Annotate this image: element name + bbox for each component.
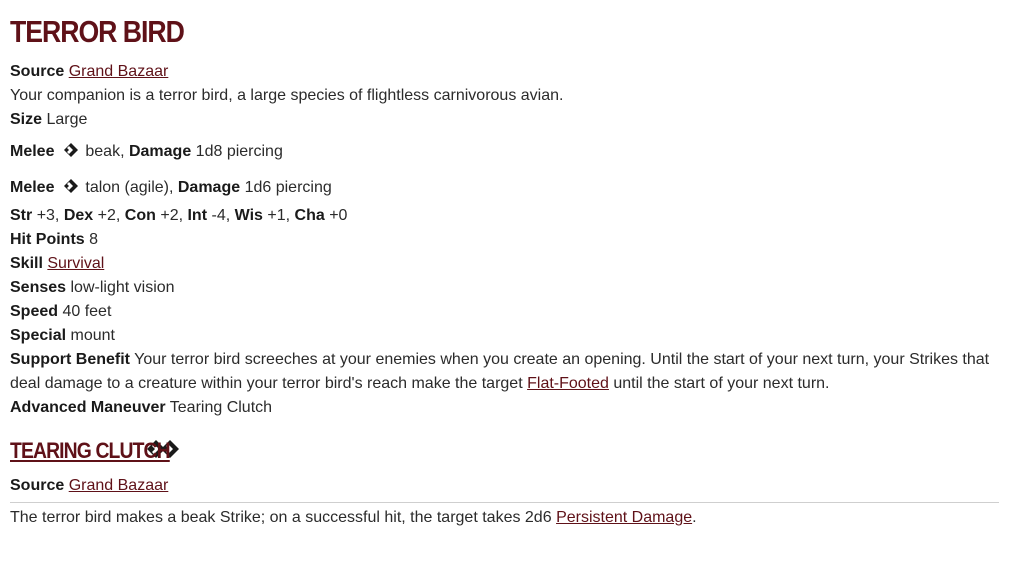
stat-label-str: Str [10,207,33,224]
advanced-label: Advanced Maneuver [10,399,166,416]
support-text-end: until the start of your next turn. [613,375,830,392]
support-benefit: Support Benefit Your terror bird screech… [10,348,999,396]
melee-attack: talon (agile), [85,179,174,196]
maneuver-text: The terror bird makes a beak Strike; on … [10,509,552,526]
hit-points-line: Hit Points 8 [10,228,999,252]
hp-value: 8 [89,231,99,248]
stat-value-int: -4, [211,207,231,224]
maneuver-source-link[interactable]: Grand Bazaar [69,477,169,494]
special-line: Special mount [10,324,999,348]
special-value: mount [70,327,115,344]
advanced-maneuver-line: Advanced Maneuver Tearing Clutch [10,396,999,420]
size-line: Size Large [10,108,999,132]
maneuver-source-line: Source Grand Bazaar [10,474,999,498]
one-action-icon [63,178,79,202]
melee-beak-line: Melee beak, Damage 1d8 piercing [10,140,999,166]
stat-value-con: +2, [160,207,184,224]
melee-label: Melee [10,143,55,160]
damage-label: Damage [128,143,192,160]
source-line: Source Grand Bazaar [10,60,999,84]
support-text: Your terror bird screeches at your enemi… [10,351,990,392]
stat-label-con: Con [124,207,156,224]
melee-talon-line: Melee talon (agile), Damage 1d6 piercing [10,176,999,202]
ability-scores: Str +3, Dex +2, Con +2, Int -4, Wis +1, … [10,204,999,228]
persistent-damage-link[interactable]: Persistent Damage [556,509,692,526]
senses-label: Senses [10,279,67,296]
melee-label: Melee [10,179,55,196]
stat-label-int: Int [187,207,208,224]
maneuver-title-link[interactable]: TEARING CLUTCH [10,438,171,464]
senses-value: low-light vision [70,279,175,296]
senses-line: Senses low-light vision [10,276,999,300]
hp-label: Hit Points [10,231,85,248]
stat-value-cha: +0 [329,207,348,224]
stat-label-wis: Wis [234,207,263,224]
divider [10,502,999,503]
support-label: Support Benefit [10,351,130,368]
page-title: TERROR BIRD [10,14,185,49]
speed-label: Speed [10,303,59,320]
speed-line: Speed 40 feet [10,300,999,324]
maneuver-text-end: . [692,509,697,526]
damage-value: 1d8 piercing [195,143,283,160]
melee-attack: beak, [85,143,125,160]
maneuver-description: The terror bird makes a beak Strike; on … [10,506,999,530]
source-label: Source [10,63,65,80]
stat-label-dex: Dex [63,207,94,224]
stat-value-dex: +2, [97,207,121,224]
damage-label: Damage [177,179,241,196]
skill-link[interactable]: Survival [47,255,104,272]
damage-value: 1d6 piercing [244,179,332,196]
advanced-value: Tearing Clutch [169,399,273,416]
skill-label: Skill [10,255,43,272]
maneuver-source-label: Source [10,477,65,494]
description: Your companion is a terror bird, a large… [10,87,564,104]
size-value: Large [46,111,88,128]
size-label: Size [10,111,43,128]
speed-value: 40 feet [62,303,112,320]
stat-value-wis: +1, [267,207,291,224]
stat-value-str: +3, [36,207,60,224]
special-label: Special [10,327,67,344]
skill-line: Skill Survival [10,252,999,276]
one-action-icon [63,142,79,166]
flat-footed-link[interactable]: Flat-Footed [527,375,609,392]
maneuver-heading: TEARING CLUTCH [10,438,182,464]
stat-label-cha: Cha [294,207,325,224]
source-link[interactable]: Grand Bazaar [69,63,169,80]
